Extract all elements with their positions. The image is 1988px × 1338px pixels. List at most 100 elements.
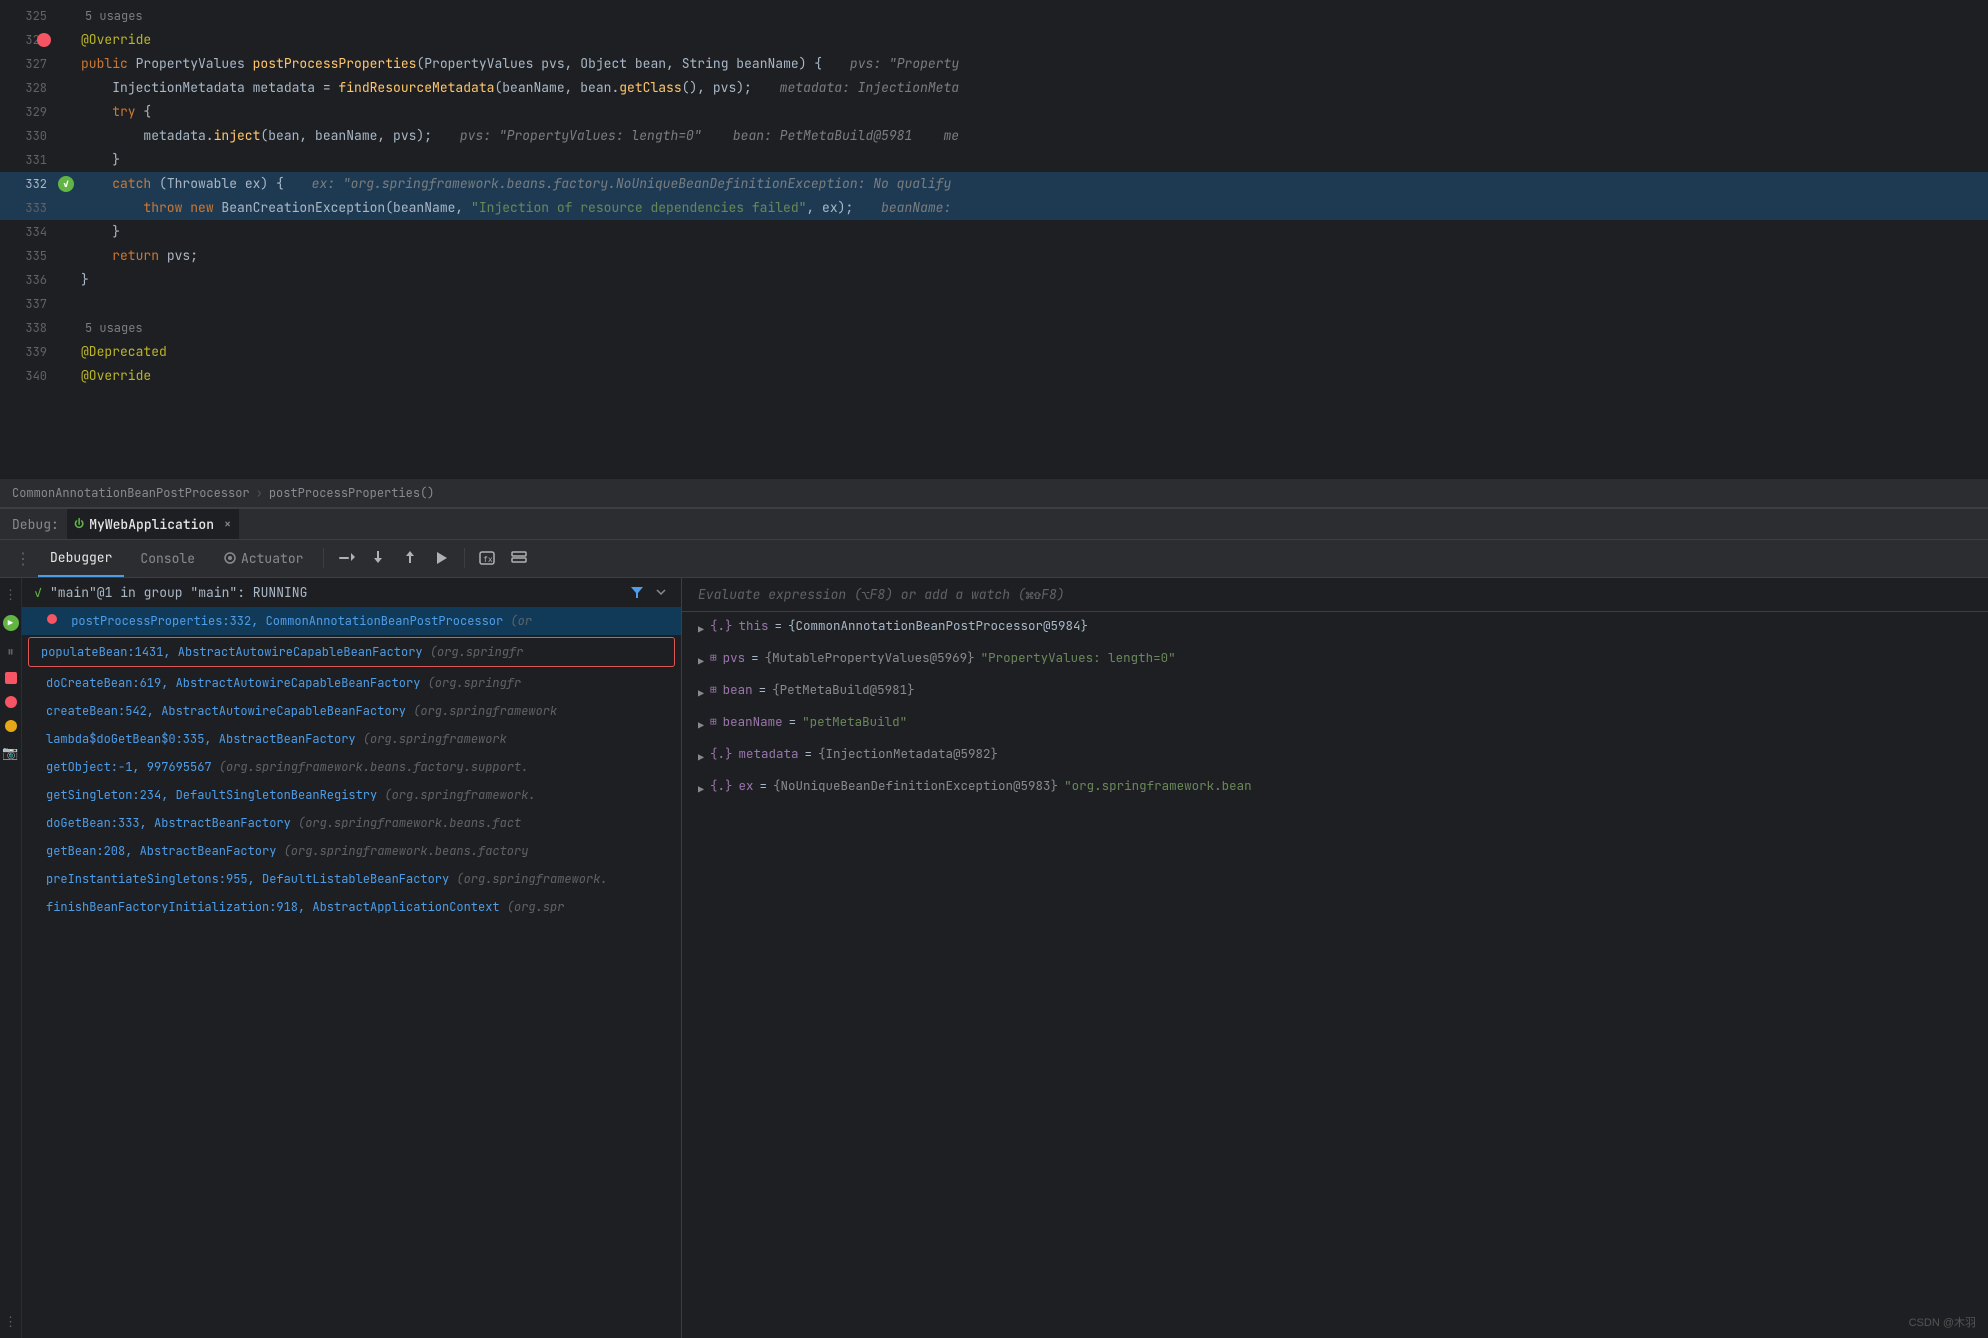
frame-pkg: (org.springframework (413, 703, 557, 719)
variable-bean[interactable]: ▶ ⊞ bean = {PetMetaBuild@5981} (682, 676, 1988, 708)
more-options-button[interactable]: ⋮ (12, 548, 34, 569)
line-number: 334 (0, 220, 55, 244)
line-number: 331 (0, 148, 55, 172)
variable-this[interactable]: ▶ {.} this = {CommonAnnotationBeanPostPr… (682, 612, 1988, 644)
variables-panel: Evaluate expression (⌥F8) or add a watch… (682, 578, 1988, 1338)
frame-pkg: (org.springframework. (384, 787, 535, 803)
frame-item[interactable]: getBean:208, AbstractBeanFactory (org.sp… (22, 837, 681, 865)
toolbar-sep-1 (323, 548, 324, 568)
frame-pkg: (org.springframework (363, 731, 507, 747)
tab-console[interactable]: Console (128, 539, 207, 577)
code-line-337: 337 (0, 292, 1988, 316)
step-into-button[interactable] (364, 544, 392, 572)
var-string-value: "org.springframework.bean (1064, 776, 1252, 796)
breadcrumb-method: postProcessProperties() (269, 485, 435, 501)
line-number: 337 (0, 292, 55, 316)
step-out-button[interactable] (396, 544, 424, 572)
thread-header: ✓ "main"@1 in group "main": RUNNING (22, 578, 681, 607)
filter-icon[interactable] (629, 584, 645, 600)
debug-session-tab[interactable]: ⏻ MyWebApplication × (67, 509, 239, 538)
var-name: {.} (710, 616, 733, 636)
mute-breakpoints-button[interactable] (5, 720, 17, 732)
line-number: 339 (0, 340, 55, 364)
debug-session-bar: Debug: ⏻ MyWebApplication × (0, 508, 1988, 539)
frame-pkg: (org.springframework.beans.factory.suppo… (219, 759, 529, 775)
expand-icon: ▶ (698, 652, 704, 672)
frame-item[interactable]: preInstantiateSingletons:955, DefaultLis… (22, 865, 681, 893)
evaluate-button[interactable]: fx (473, 544, 501, 572)
pause-program-button[interactable]: ⏸ (7, 643, 14, 660)
thread-check-icon: ✓ (34, 584, 42, 601)
tab-actuator[interactable]: Actuator (211, 539, 315, 577)
frame-method: getObject:-1, 997695567 (46, 759, 219, 775)
code-line-331: 331 } (0, 148, 1988, 172)
variable-ex[interactable]: ▶ {.} ex = {NoUniqueBeanDefinitionExcept… (682, 772, 1988, 804)
frame-item[interactable]: lambda$doGetBean$0:335, AbstractBeanFact… (22, 725, 681, 753)
frame-item[interactable]: createBean:542, AbstractAutowireCapableB… (22, 697, 681, 725)
line-number: 335 (0, 244, 55, 268)
gutter-331 (55, 148, 77, 172)
frame-method: doGetBean:333, AbstractBeanFactory (46, 815, 298, 831)
line-number: 340 (0, 364, 55, 388)
debug-content: ⋮ ▶ ⏸ 📷 ⋮ ✓ "main"@1 in group "main": RU… (0, 578, 1988, 1338)
step-over-icon (337, 549, 355, 567)
frame-item[interactable]: getObject:-1, 997695567 (org.springframe… (22, 753, 681, 781)
var-type-icon: {.} (710, 744, 733, 764)
variable-metadata[interactable]: ▶ {.} metadata = {InjectionMetadata@5982… (682, 740, 1988, 772)
frame-item-selected[interactable]: populateBean:1431, AbstractAutowireCapab… (28, 637, 675, 667)
frame-method: finishBeanFactoryInitialization:918, Abs… (46, 899, 507, 915)
code-text-340: @Override (77, 364, 1988, 388)
variable-beanname[interactable]: ▶ ⊞ beanName = "petMetaBuild" (682, 708, 1988, 740)
var-obj-id: {PetMetaBuild@5981} (772, 680, 915, 700)
frame-method: createBean:542, AbstractAutowireCapableB… (46, 703, 413, 719)
frame-item[interactable]: doCreateBean:619, AbstractAutowireCapabl… (22, 669, 681, 697)
code-text-333: throw new BeanCreationException(beanName… (77, 196, 1988, 220)
eval-bar[interactable]: Evaluate expression (⌥F8) or add a watch… (682, 578, 1988, 612)
gutter-325 (55, 4, 77, 28)
code-text-338: 5 usages (77, 316, 1988, 340)
session-name: MyWebApplication (89, 516, 214, 533)
tab-debugger[interactable]: Debugger (38, 539, 124, 577)
var-name-text: beanName (723, 712, 783, 732)
step-over-button[interactable] (332, 544, 360, 572)
breadcrumb: CommonAnnotationBeanPostProcessor › post… (0, 479, 1988, 508)
frame-item[interactable]: doGetBean:333, AbstractBeanFactory (org.… (22, 809, 681, 837)
var-name-text: bean (723, 680, 753, 700)
code-line-333: 333 throw new BeanCreationException(bean… (0, 196, 1988, 220)
frames-button[interactable] (505, 544, 533, 572)
var-name-text: ex (739, 776, 754, 796)
frame-item[interactable]: finishBeanFactoryInitialization:918, Abs… (22, 893, 681, 921)
stop-button[interactable] (5, 672, 17, 684)
var-eq: = (760, 776, 768, 796)
line-number: 336 (0, 268, 55, 292)
frame-method: getSingleton:234, DefaultSingletonBeanRe… (46, 787, 384, 803)
code-line-327: 327 public PropertyValues postProcessPro… (0, 52, 1988, 76)
var-eq: = (805, 744, 813, 764)
code-text-328: InjectionMetadata metadata = findResourc… (77, 76, 1988, 100)
frame-method: getBean:208, AbstractBeanFactory (46, 843, 284, 859)
frame-item[interactable]: getSingleton:234, DefaultSingletonBeanRe… (22, 781, 681, 809)
frame-item[interactable]: postProcessProperties:332, CommonAnnotat… (22, 607, 681, 635)
var-name-text: this (739, 616, 769, 636)
power-icon: ⏻ (75, 515, 83, 533)
close-session-button[interactable]: × (224, 516, 231, 532)
run-to-cursor-button[interactable] (428, 544, 456, 572)
var-string-value: "PropertyValues: length=0" (981, 648, 1176, 668)
step-out-icon (401, 549, 419, 567)
expand-icon: ▶ (698, 684, 704, 704)
frame-pkg: (org.springfr (428, 675, 522, 691)
gutter-334 (55, 220, 77, 244)
dropdown-icon[interactable] (653, 584, 669, 600)
gutter-333 (55, 196, 77, 220)
snapshot-button[interactable]: 📷 (2, 744, 18, 761)
settings-button[interactable]: ⋮ (4, 1313, 17, 1330)
gutter-332[interactable]: ✓ (55, 172, 77, 196)
evaluate-icon: fx (478, 549, 496, 567)
breakpoint-button[interactable] (5, 696, 17, 708)
breakpoint-icon[interactable] (37, 33, 51, 47)
more-actions-button[interactable]: ⋮ (4, 586, 17, 603)
resume-button[interactable]: ▶ (3, 615, 19, 631)
variable-pvs[interactable]: ▶ ⊞ pvs = {MutablePropertyValues@5969} "… (682, 644, 1988, 676)
gutter-326[interactable] (55, 28, 77, 52)
frame-method: preInstantiateSingletons:955, DefaultLis… (46, 871, 456, 887)
